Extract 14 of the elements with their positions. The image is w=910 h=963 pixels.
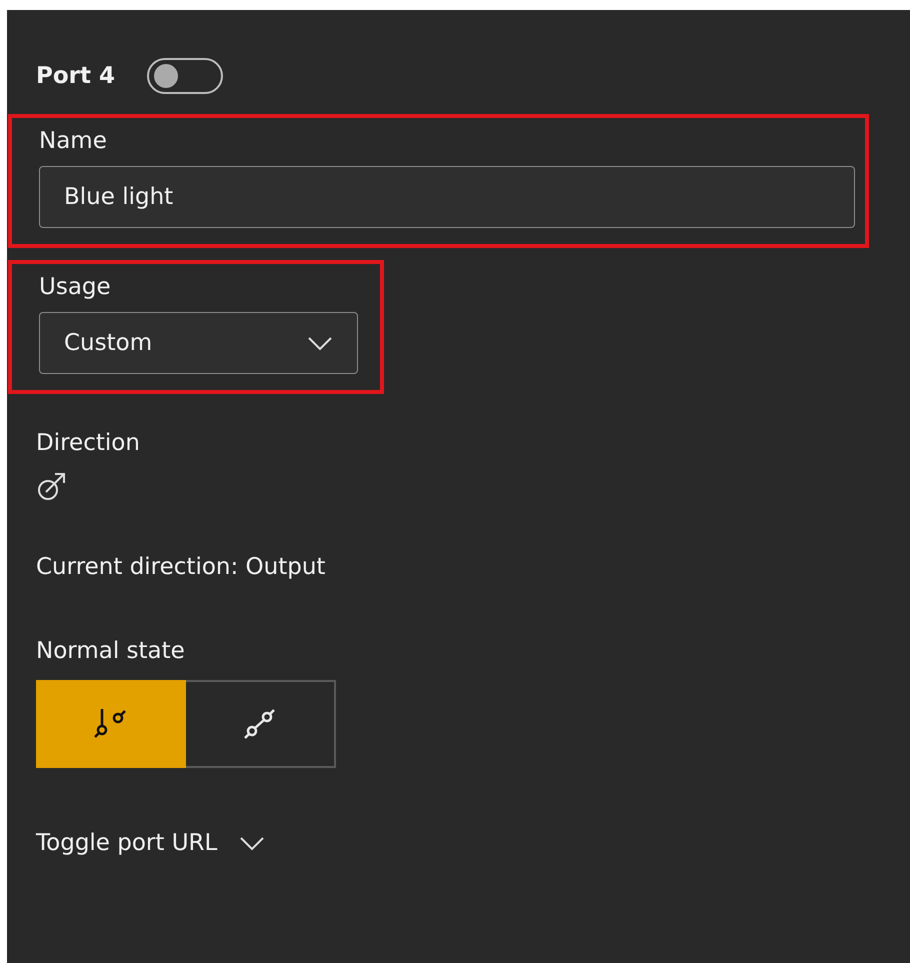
toggle-url-expander[interactable]: Toggle port URL (36, 830, 910, 856)
chevron-icon (239, 835, 266, 851)
chevron-down-icon (307, 335, 333, 351)
direction-label: Direction (36, 430, 141, 456)
state-option[interactable] (186, 680, 336, 768)
usage-dropdown[interactable]: Custom (39, 312, 358, 374)
normal-state-label: Normal state (36, 638, 186, 664)
usage-label: Usage (39, 274, 112, 300)
name-label: Name (39, 128, 108, 154)
direction-arrow-icon (36, 470, 68, 502)
port-title: Port 4 (36, 63, 116, 89)
port-toggle[interactable] (147, 58, 224, 94)
current-direction-text: Current direction: Output (36, 554, 326, 580)
name-field[interactable]: Blue light (39, 166, 855, 228)
